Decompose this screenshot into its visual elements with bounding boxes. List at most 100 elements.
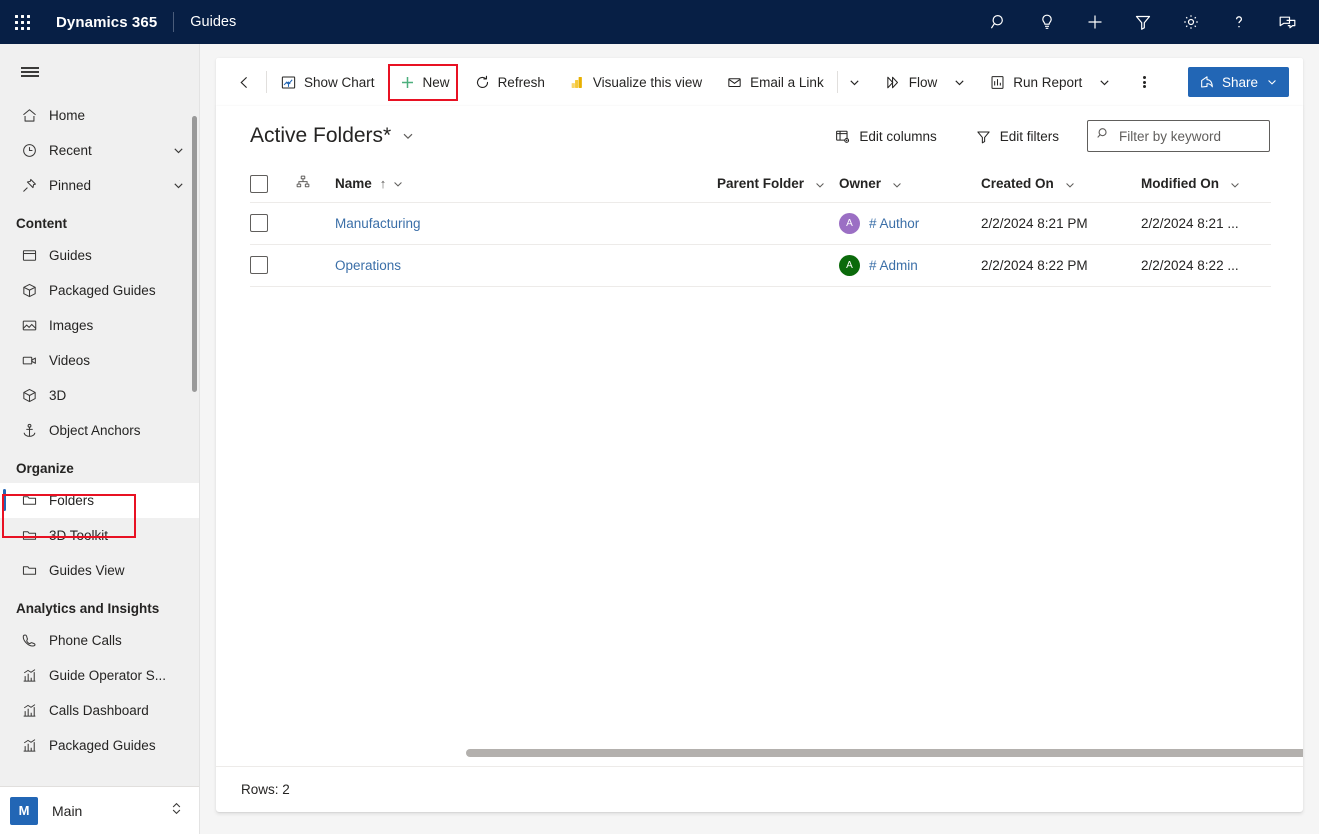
row-name-link[interactable]: Manufacturing: [335, 216, 421, 231]
feedback-icon[interactable]: [1263, 0, 1311, 44]
column-header-name[interactable]: Name ↑: [335, 166, 717, 202]
search-input[interactable]: [1119, 129, 1261, 144]
search-box[interactable]: [1087, 120, 1270, 152]
chevron-down-icon[interactable]: [891, 179, 903, 191]
sidebar-item-packaged-guides-analytics[interactable]: Packaged Guides: [0, 728, 199, 763]
sidebar-item-guides-view[interactable]: Guides View: [0, 553, 199, 588]
chevron-up-down-icon[interactable]: [169, 801, 184, 821]
hierarchy-icon[interactable]: [295, 178, 311, 193]
sidebar-item-label: Guide Operator S...: [49, 668, 199, 683]
hamburger-icon[interactable]: [8, 50, 52, 94]
sidebar-item-label: Calls Dashboard: [49, 703, 199, 718]
sidebar-item-folders[interactable]: Folders: [0, 483, 199, 518]
table-row[interactable]: Manufacturing A # Author 2/2/2024 8:21 P…: [250, 202, 1271, 244]
row-name-link[interactable]: Operations: [335, 258, 401, 273]
edit-columns-button[interactable]: Edit columns: [826, 120, 944, 152]
sidebar-item-3d-toolkit[interactable]: 3D Toolkit: [0, 518, 199, 553]
chevron-down-icon[interactable]: [172, 144, 185, 157]
email-a-link-button[interactable]: Email a Link: [717, 62, 833, 102]
column-header-created-on[interactable]: Created On: [981, 166, 1141, 202]
sidebar-item-object-anchors[interactable]: Object Anchors: [0, 413, 199, 448]
data-grid: Name ↑ Parent Folder: [216, 166, 1303, 287]
flow-icon: [885, 74, 902, 91]
avatar: A: [839, 255, 860, 276]
chevron-down-icon[interactable]: [172, 179, 185, 192]
rows-count-label: Rows: 2: [241, 782, 290, 797]
chevron-down-icon[interactable]: [1229, 179, 1241, 191]
flow-chevron-down-icon[interactable]: [946, 62, 972, 102]
refresh-button[interactable]: Refresh: [465, 62, 554, 102]
column-header-parent-folder[interactable]: Parent Folder: [717, 166, 839, 202]
visualize-this-view-button[interactable]: Visualize this view: [560, 62, 711, 102]
sidebar-item-pinned[interactable]: Pinned: [0, 168, 199, 203]
app-launcher-icon[interactable]: [0, 0, 44, 44]
email-a-link-chevron-down-icon[interactable]: [842, 62, 868, 102]
run-report-chevron-down-icon[interactable]: [1091, 62, 1117, 102]
row-checkbox[interactable]: [250, 256, 268, 274]
question-icon[interactable]: [1215, 0, 1263, 44]
sidebar-item-guide-operator-summary[interactable]: Guide Operator S...: [0, 658, 199, 693]
sidebar-item-recent[interactable]: Recent: [0, 133, 199, 168]
column-header-created-on-label: Created On: [981, 176, 1054, 191]
select-all-checkbox[interactable]: [250, 175, 268, 193]
filter-icon[interactable]: [1119, 0, 1167, 44]
sidebar-scrollbar[interactable]: [192, 116, 197, 392]
sidebar-item-label: Videos: [49, 353, 199, 368]
search-icon[interactable]: [975, 0, 1023, 44]
row-owner-link[interactable]: # Admin: [869, 258, 918, 273]
run-report-icon: [989, 74, 1006, 91]
run-report-button[interactable]: Run Report: [980, 62, 1091, 102]
row-modified-on-cell: 2/2/2024 8:21 ...: [1141, 202, 1271, 244]
lightbulb-icon[interactable]: [1023, 0, 1071, 44]
chart-icon: [18, 700, 40, 722]
chevron-down-icon[interactable]: [1064, 179, 1076, 191]
horizontal-scrollbar[interactable]: [466, 746, 1303, 760]
chevron-down-icon[interactable]: [1266, 76, 1278, 88]
chevron-down-icon[interactable]: [814, 179, 826, 191]
sidebar-item-label: Packaged Guides: [49, 283, 199, 298]
sidebar-item-images[interactable]: Images: [0, 308, 199, 343]
app-switcher[interactable]: M Main: [0, 786, 200, 834]
brand-title[interactable]: Dynamics 365: [56, 14, 157, 31]
sidebar-item-videos[interactable]: Videos: [0, 343, 199, 378]
sidebar-item-guides[interactable]: Guides: [0, 238, 199, 273]
sidebar-item-label: Phone Calls: [49, 633, 199, 648]
horizontal-scrollbar-thumb[interactable]: [466, 749, 1303, 757]
folder-icon: [18, 525, 40, 547]
header-divider: [173, 12, 174, 32]
edit-filters-button[interactable]: Edit filters: [967, 120, 1067, 152]
column-header-modified-on[interactable]: Modified On: [1141, 166, 1271, 202]
table-row[interactable]: Operations A # Admin 2/2/2024 8:22 PM 2/…: [250, 244, 1271, 286]
sidebar-item-home[interactable]: Home: [0, 98, 199, 133]
row-owner-link[interactable]: # Author: [869, 216, 919, 231]
sidebar-item-phone-calls[interactable]: Phone Calls: [0, 623, 199, 658]
edit-filters-label: Edit filters: [1000, 129, 1059, 144]
sidebar-item-packaged-guides[interactable]: Packaged Guides: [0, 273, 199, 308]
plus-icon: [399, 74, 416, 91]
new-button[interactable]: New: [390, 62, 459, 102]
more-options-icon[interactable]: [1129, 62, 1159, 102]
flow-button[interactable]: Flow: [876, 62, 947, 102]
chevron-down-icon[interactable]: [392, 178, 404, 190]
app-name-label[interactable]: Guides: [190, 14, 236, 30]
grid-header-row: Name ↑ Parent Folder: [250, 166, 1271, 202]
sidebar-item-3d[interactable]: 3D: [0, 378, 199, 413]
sidebar-group-organize: Organize: [0, 448, 199, 483]
show-chart-button[interactable]: Show Chart: [271, 62, 384, 102]
row-checkbox[interactable]: [250, 214, 268, 232]
folder-icon: [18, 490, 40, 512]
plus-icon[interactable]: [1071, 0, 1119, 44]
page-title[interactable]: Active Folders*: [250, 124, 391, 148]
command-divider: [837, 71, 838, 93]
command-divider: [266, 71, 267, 93]
visualize-label: Visualize this view: [593, 75, 702, 90]
back-arrow-icon[interactable]: [226, 62, 262, 102]
new-label: New: [423, 75, 450, 90]
gear-icon[interactable]: [1167, 0, 1215, 44]
sidebar-item-calls-dashboard[interactable]: Calls Dashboard: [0, 693, 199, 728]
share-button[interactable]: Share: [1188, 67, 1289, 97]
sidebar-item-label: Guides View: [49, 563, 199, 578]
chart-icon: [18, 735, 40, 757]
column-header-owner[interactable]: Owner: [839, 166, 981, 202]
view-selector-chevron-down-icon[interactable]: [401, 129, 415, 143]
